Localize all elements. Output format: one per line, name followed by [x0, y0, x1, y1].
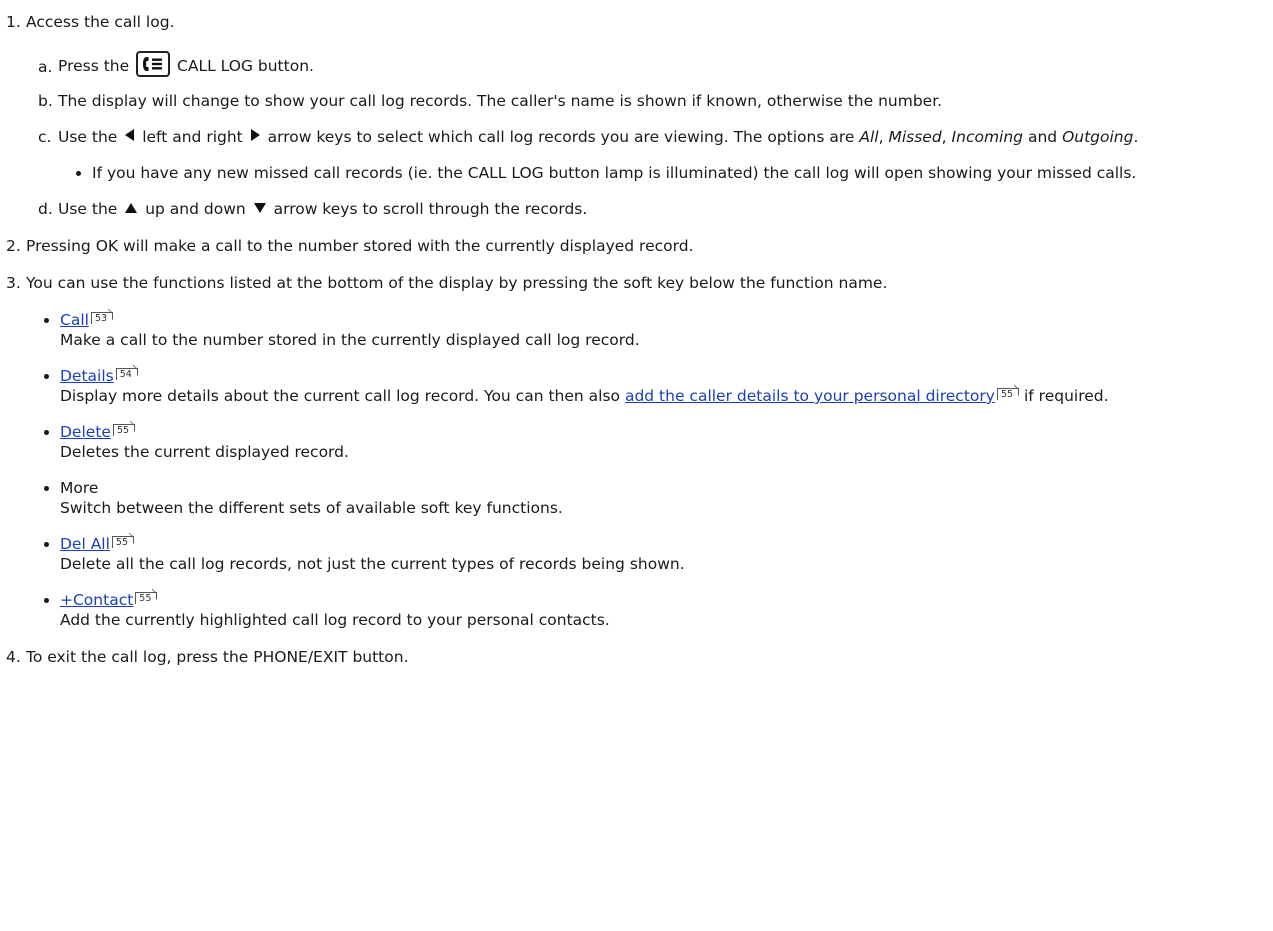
step-number: 2. [6, 237, 21, 255]
function-description: Deletes the current displayed record. [60, 443, 349, 461]
comma: , [878, 128, 884, 146]
function-details: Details 54 Display more details about the… [6, 366, 1267, 406]
substep-b: b. The display will change to show your … [6, 91, 1267, 111]
substep-text: The display will change to show your cal… [58, 92, 943, 110]
step-text: To exit the call log, press the PHONE/EX… [26, 648, 409, 666]
step-number: 4. [6, 648, 21, 666]
option-all: All [859, 128, 879, 146]
call-link[interactable]: Call [60, 311, 89, 329]
function-description: Delete all the call log records, not jus… [60, 555, 685, 573]
option-outgoing: Outgoing [1062, 128, 1134, 146]
step-number: 3. [6, 274, 21, 292]
period: . [1133, 128, 1139, 146]
substep-text-pre: Press the [58, 57, 130, 75]
delete-link[interactable]: Delete [60, 423, 111, 441]
substep-d: d. Use the up and down arrow keys to scr… [6, 199, 1267, 219]
function-del-all: Del All 55 Delete all the call log record… [6, 534, 1267, 574]
step-4: 4. To exit the call log, press the PHONE… [6, 647, 1267, 667]
function-contact: +Contact 55 Add the currently highlighted… [6, 590, 1267, 630]
function-description: Make a call to the number stored in the … [60, 331, 640, 349]
option-incoming: Incoming [951, 128, 1024, 146]
page-reference-icon[interactable]: 55 [112, 424, 136, 436]
substep-text-pre: Use the [58, 200, 118, 218]
function-description: Display more details about the current c… [60, 386, 1267, 406]
function-delete: Delete 55 Deletes the current displayed r… [6, 422, 1267, 462]
del-all-link[interactable]: Del All [60, 535, 110, 553]
add-caller-details-link[interactable]: add the caller details to your personal … [625, 387, 995, 405]
missed-calls-note: If you have any new missed call records … [6, 163, 1267, 183]
left-arrow-icon [125, 129, 135, 141]
right-arrow-icon [250, 129, 260, 141]
step-text: Access the call log. [26, 13, 175, 31]
page-reference-icon[interactable]: 54 [115, 368, 138, 380]
step-number: 1. [6, 13, 21, 31]
substep-text-pre: Use the [58, 128, 118, 146]
function-more: More Switch between the different sets o… [6, 478, 1267, 518]
description-text: Display more details about the current c… [60, 387, 621, 405]
details-link[interactable]: Details [60, 367, 114, 385]
substep-text-post: arrow keys to scroll through the records… [273, 200, 588, 218]
page-reference-icon[interactable]: 53 [90, 312, 114, 324]
up-arrow-icon [125, 203, 138, 213]
page-reference-icon[interactable]: 55 [135, 592, 158, 604]
substep-letter: b. [38, 92, 53, 110]
substep-text-post: arrow keys to select which call log reco… [267, 128, 855, 146]
step-text: You can use the functions listed at the … [26, 274, 888, 292]
step-1: 1. Access the call log. [6, 12, 1267, 32]
function-call: Call 53 Make a call to the number stored … [6, 310, 1267, 350]
substep-a: a. Press the CALL LOG button. [6, 51, 1267, 77]
down-arrow-icon [253, 203, 266, 213]
page-reference-icon[interactable]: 55 [996, 388, 1020, 400]
substep-letter: a. [38, 58, 53, 76]
substep-text-mid: left and right [142, 128, 243, 146]
substep-letter: c. [38, 128, 52, 146]
contact-link[interactable]: +Contact [60, 591, 133, 609]
substep-text-mid: up and down [145, 200, 246, 218]
step-2: 2. Pressing OK will make a call to the n… [6, 236, 1267, 256]
page-reference-icon[interactable]: 55 [111, 536, 135, 548]
more-label: More [60, 479, 99, 497]
function-description: Add the currently highlighted call log r… [60, 611, 610, 629]
conjunction: and [1027, 128, 1058, 146]
substep-c: c. Use the left and right arrow keys to … [6, 127, 1267, 147]
step-3: 3. You can use the functions listed at t… [6, 273, 1267, 293]
substep-letter: d. [38, 200, 53, 218]
note-text: If you have any new missed call records … [92, 164, 1137, 182]
description-text-end: if required. [1023, 387, 1109, 405]
substep-text-post: CALL LOG button. [177, 57, 314, 75]
call-log-button-icon [136, 51, 171, 77]
function-description: Switch between the different sets of ava… [60, 499, 563, 517]
option-missed: Missed [888, 128, 942, 146]
document-page: 1. Access the call log. a. Press the CAL… [0, 12, 1273, 667]
comma: , [941, 128, 947, 146]
step-text: Pressing OK will make a call to the numb… [26, 237, 694, 255]
